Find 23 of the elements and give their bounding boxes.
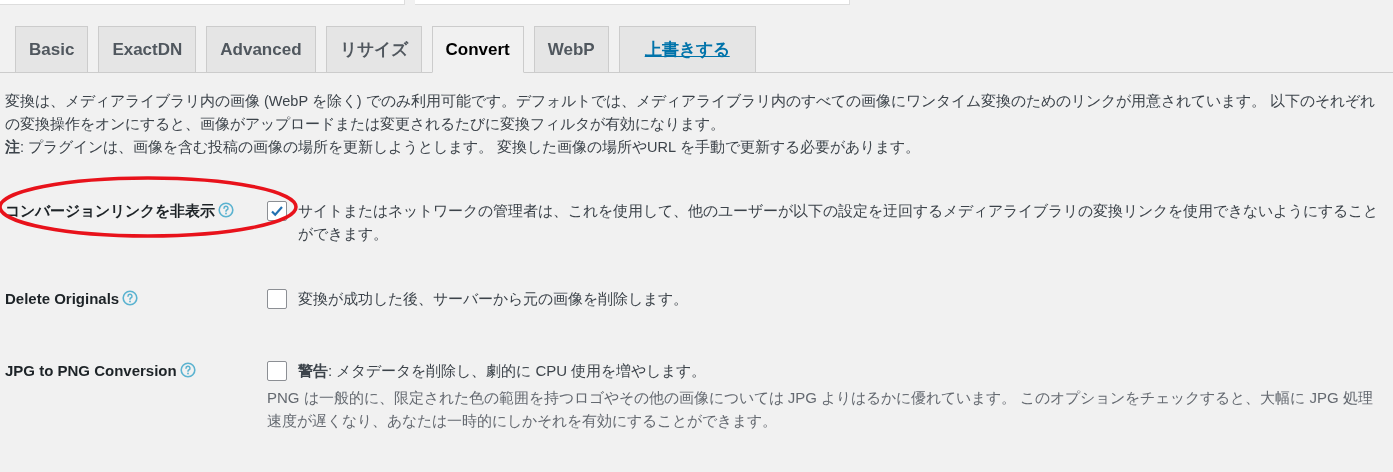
tab[interactable]: WebP (533, 26, 609, 72)
setting-note: PNG は一般的に、限定された色の範囲を持つロゴやその他の画像については JPG よりはるかに優れています。 このオプションをチェックすると、大幅に JPG 処理速度が遅くなり、あなたは一時的にしかそれを有効にすることができます。 (267, 388, 1374, 431)
checkbox[interactable] (267, 201, 287, 221)
tab[interactable]: Basic (15, 26, 89, 72)
tab[interactable]: リサイズ (325, 26, 422, 72)
tab[interactable]: Advanced (206, 26, 316, 72)
tab[interactable]: Convert (431, 26, 524, 73)
help-icon[interactable] (179, 362, 196, 378)
setting-label: Delete Originals (5, 290, 120, 307)
help-icon[interactable] (122, 290, 139, 306)
checkbox[interactable] (267, 361, 287, 381)
checkbox[interactable] (267, 289, 287, 309)
intro-paragraph: 変換は、メディアライブラリ内の画像 (WebP を除く) でのみ利用可能です。デフォルトでは、メディアライブラリ内のすべての画像にワンタイム変換のためのリンクが用意されています。 以下のそれぞれの変換操作をオンにすると、画像がアップロードまたは変更されるたびに変換フィルタが有効になります。 (5, 92, 1376, 134)
input-field[interactable] (0, 0, 405, 5)
help-icon[interactable] (218, 202, 234, 218)
intro-paragraph: 注: プラグインは、画像を含む投稿の画像の場所を更新しようとします。 変換した画像の場所やURL を手動で更新する必要があります。 (5, 138, 921, 157)
setting-description: 変換が成功した後、サーバーから元の画像を削除します。 (298, 289, 688, 309)
setting-description: サイトまたはネットワークの管理者は、これを使用して、他のユーザーが以下の設定を迂回するメディアライブラリの変換リンクを使用できないようにすることができます。 (298, 201, 1379, 244)
tab[interactable]: 上書きする (618, 26, 756, 72)
input-field[interactable] (415, 0, 850, 5)
setting-description: 警告: メタデータを削除し、劇的に CPU 使用を増やします。 (298, 361, 707, 381)
tab[interactable]: ExactDN (98, 26, 197, 72)
setting-label: JPG to PNG Conversion (5, 362, 177, 379)
